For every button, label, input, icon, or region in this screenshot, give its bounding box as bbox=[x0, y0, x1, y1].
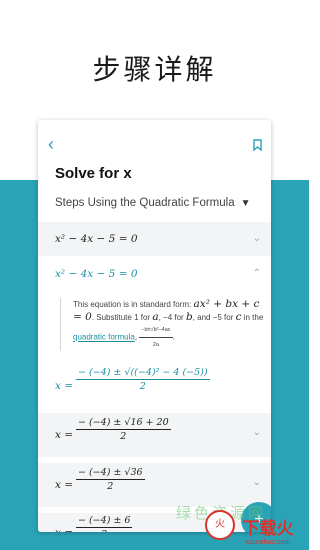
step-row-collapsed[interactable]: x² − 4x − 5 = 0 ⌄ bbox=[38, 222, 271, 256]
chevron-down-icon[interactable]: ⌄ bbox=[253, 427, 261, 438]
promo-headline: 步骤详解 bbox=[92, 53, 217, 86]
page-title: Solve for x bbox=[55, 165, 132, 182]
chevron-up-icon[interactable]: ⌃ bbox=[253, 268, 261, 279]
formula-fraction: −b±√b²−4ac 2a bbox=[139, 324, 173, 351]
expression-fraction: − (−4) ± √36 2 bbox=[76, 467, 145, 492]
method-label: Steps Using the Quadratic Formula bbox=[55, 197, 235, 209]
chevron-down-icon[interactable]: ⌄ bbox=[253, 233, 261, 244]
expression-fraction: − (−4) ± √16 + 20 2 bbox=[76, 417, 171, 442]
fire-logo-icon: 火 bbox=[205, 510, 235, 540]
expression-row[interactable]: x = − (−4) ± √16 + 20 2 ⌄ bbox=[38, 413, 271, 457]
step-equation-expanded: x² − 4x − 5 = 0 bbox=[55, 268, 138, 280]
phone-screen: ‹ Solve for x Steps Using the Quadratic … bbox=[38, 120, 271, 532]
method-dropdown[interactable]: Steps Using the Quadratic Formula ▼ bbox=[55, 197, 251, 209]
top-bar: ‹ bbox=[38, 120, 271, 170]
step-explanation: This equation is in standard form: ax² +… bbox=[60, 298, 269, 351]
dropdown-caret-icon: ▼ bbox=[240, 198, 251, 209]
step-row-expanded[interactable]: x² − 4x − 5 = 0 ⌃ bbox=[38, 262, 271, 288]
expression-fraction: − (−4) ± √((−4)² − 4 (−5)) 2 bbox=[76, 367, 210, 392]
step-equation: x² − 4x − 5 = 0 bbox=[55, 233, 138, 245]
quadratic-formula-link[interactable]: quadratic formula bbox=[73, 333, 135, 342]
expression-row[interactable]: x = − (−4) ± √36 2 ⌄ bbox=[38, 463, 271, 507]
expression-fraction: − (−4) ± 62 bbox=[76, 515, 133, 532]
watermark-brand: 下载火 xiazaihuo.com bbox=[242, 519, 294, 546]
bookmark-icon[interactable] bbox=[253, 138, 262, 156]
chevron-down-icon[interactable]: ⌄ bbox=[253, 477, 261, 488]
expression-row: x = − (−4) ± √((−4)² − 4 (−5)) 2 bbox=[55, 367, 210, 392]
back-arrow-icon[interactable]: ‹ bbox=[48, 134, 54, 155]
